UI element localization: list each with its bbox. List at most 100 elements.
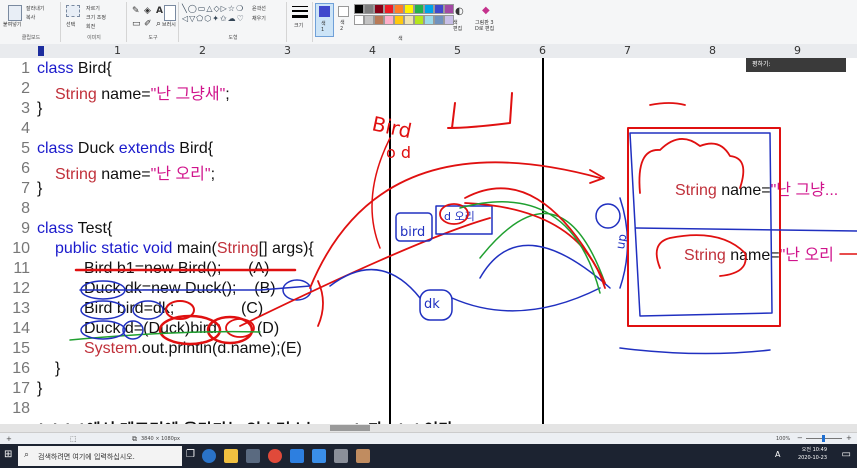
zoom-out-button[interactable]: − <box>797 434 803 442</box>
edit-colors-icon[interactable]: ◐ <box>455 6 464 17</box>
tools-group: ✎ ◈ A ▭ ✐ ⌕ 브러시 도구 <box>128 2 179 42</box>
palette-swatch[interactable] <box>364 4 374 14</box>
brushes-button[interactable]: 브러시 <box>162 21 176 28</box>
pencil-icon[interactable]: ✎ <box>132 6 140 16</box>
palette-swatch[interactable] <box>404 4 414 14</box>
tooltip: 평하기: <box>746 58 846 72</box>
taskbar-clock[interactable]: 오전 10:49 2020-10-23 <box>798 446 827 462</box>
zoom-slider-thumb[interactable] <box>822 435 825 442</box>
underline-b <box>79 285 311 291</box>
select-icon[interactable] <box>66 5 80 17</box>
color-palette <box>354 4 454 26</box>
resize-button[interactable]: 크기 조정 <box>86 14 106 21</box>
clipboard-group-label: 클립보드 <box>21 35 41 41</box>
taskbar-search-box[interactable]: ⌕ 검색하려면 여기에 입력하십시오. <box>18 446 182 466</box>
drawing-canvas[interactable]: 1 2 3 4 5 6 7 8 9 10 11 12 13 14 15 16 1… <box>0 58 857 424</box>
eraser-icon[interactable]: ▭ <box>132 19 141 29</box>
palette-swatch[interactable] <box>424 15 434 25</box>
ruler-number: 9 <box>794 44 801 57</box>
paint-app-icon[interactable] <box>356 449 370 463</box>
text-icon[interactable]: A <box>156 6 163 16</box>
ruler-marker <box>38 46 44 56</box>
notification-icon[interactable]: ▭ <box>842 449 851 460</box>
zoom-in-button[interactable]: + <box>846 434 852 442</box>
rotate-button[interactable]: 회전 <box>86 23 95 30</box>
paint3d-button[interactable]: 그림판 3 D로 편집 <box>475 20 494 32</box>
clock-date: 2020-10-23 <box>797 455 827 461</box>
brush-icon[interactable] <box>164 5 176 21</box>
paste-icon[interactable] <box>8 5 22 21</box>
scribble-duck-cast <box>158 314 222 346</box>
ruler-number: 4 <box>369 44 376 57</box>
palette-swatch[interactable] <box>364 15 374 25</box>
task-view-icon[interactable]: ❐ <box>186 449 195 460</box>
size-group: 크기 <box>288 2 313 42</box>
clipboard-group: 붙여넣기 잘라내기 복사 클립보드 <box>2 2 61 42</box>
svg-text:d 오리: d 오리 <box>444 210 475 223</box>
paste-button[interactable]: 붙여넣기 <box>3 21 21 28</box>
palette-swatch[interactable] <box>374 15 384 25</box>
app-icon[interactable] <box>290 449 304 463</box>
image-dimensions: 3840 × 1080px <box>141 436 180 442</box>
ruler-number: 3 <box>284 44 291 57</box>
paint3d-icon[interactable]: ◆ <box>482 5 490 16</box>
svg-text:dk: dk <box>424 297 440 312</box>
language-indicator[interactable]: A <box>775 450 780 459</box>
fill-button[interactable]: 채우기 <box>252 15 266 22</box>
fill-icon[interactable]: ◈ <box>144 6 151 16</box>
shapes-gallery[interactable]: ╲◯▭△◇▷☆❍ <box>182 4 244 13</box>
horizontal-scrollbar[interactable] <box>0 424 857 432</box>
ruler-number: 2 <box>199 44 206 57</box>
palette-swatch[interactable] <box>414 15 424 25</box>
circle-bird <box>80 300 126 320</box>
selection-icon: ⬚ <box>70 435 77 443</box>
shapes-group-label: 도형 <box>228 35 238 41</box>
color2-button[interactable]: 색 2 <box>335 3 351 35</box>
palette-swatch[interactable] <box>404 15 414 25</box>
svg-text:o d: o d <box>386 143 411 162</box>
crop-button[interactable]: 자르기 <box>86 5 100 12</box>
circle-b <box>282 279 312 301</box>
store-icon[interactable] <box>246 449 260 463</box>
palette-swatch[interactable] <box>374 4 384 14</box>
clock-time: 오전 10:49 <box>801 447 827 453</box>
ruler-number: 1 <box>114 44 121 57</box>
palette-swatch[interactable] <box>444 4 454 14</box>
magnifier-icon[interactable]: ⌕ <box>156 19 161 29</box>
image-group-label: 이미지 <box>87 35 101 41</box>
search-icon: ⌕ <box>24 450 30 460</box>
copy-button[interactable]: 복사 <box>26 14 35 21</box>
edge-browser-icon[interactable] <box>202 449 216 463</box>
palette-swatch[interactable] <box>354 4 364 14</box>
image-group: 선택 자르기 크기 조정 회전 이미지 <box>62 2 127 42</box>
palette-swatch[interactable] <box>434 15 444 25</box>
cut-button[interactable]: 잘라내기 <box>26 5 44 12</box>
chrome-icon[interactable] <box>268 449 282 463</box>
palette-swatch[interactable] <box>424 4 434 14</box>
palette-swatch[interactable] <box>394 4 404 14</box>
heap-duck-object <box>627 127 781 327</box>
outline-button[interactable]: 윤곽선 <box>252 5 266 12</box>
color1-swatch <box>319 6 330 17</box>
palette-swatch[interactable] <box>384 4 394 14</box>
palette-swatch[interactable] <box>394 15 404 25</box>
ruler-number: 5 <box>454 44 461 57</box>
color2-swatch <box>338 6 349 17</box>
color1-button[interactable]: 색 1 <box>315 3 334 37</box>
palette-swatch[interactable] <box>384 15 394 25</box>
palette-swatch[interactable] <box>354 15 364 25</box>
colors-group-label: 색 <box>398 36 403 42</box>
scrollbar-thumb[interactable] <box>330 425 370 431</box>
palette-swatch[interactable] <box>434 4 444 14</box>
size-button[interactable]: 크기 <box>294 22 303 29</box>
palette-swatch[interactable] <box>414 4 424 14</box>
heap-bird-part <box>629 132 773 317</box>
edit-colors-button[interactable]: 색 편집 <box>453 20 462 32</box>
file-explorer-icon[interactable] <box>224 449 238 463</box>
select-button[interactable]: 선택 <box>66 21 75 28</box>
color-picker-icon[interactable]: ✐ <box>144 19 152 29</box>
zoom-app-icon[interactable] <box>312 449 326 463</box>
windows-start-icon[interactable]: ⊞ <box>4 449 12 460</box>
paint-taskbar-icon[interactable] <box>334 449 348 463</box>
shapes-gallery-row2[interactable]: ◁▽⬠⬡✦✩☁♡ <box>182 14 245 23</box>
